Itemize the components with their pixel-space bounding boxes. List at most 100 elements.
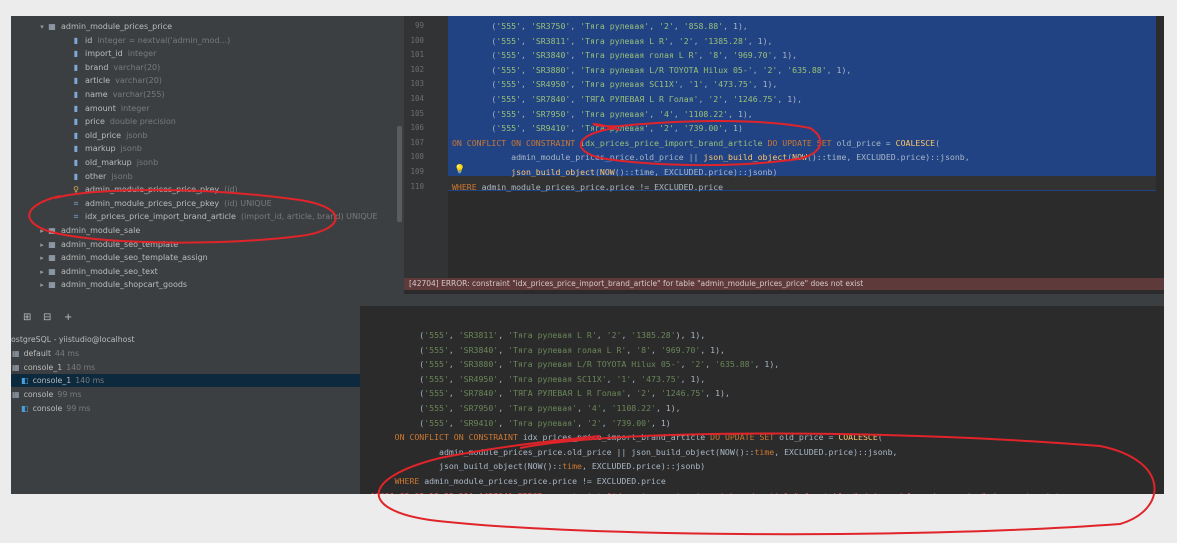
code-line[interactable]: 109 json_build_object(NOW()::time, EXCLU… <box>404 165 1156 179</box>
service-duration: 140 ms <box>66 362 96 372</box>
tree-item[interactable]: ⌗ admin_module_prices_price_pkey (id) UNIQ… <box>61 197 272 210</box>
output-token: COALESCE <box>838 432 878 443</box>
tree-table-item[interactable]: ▸ ▦ admin_module_seo_text <box>37 265 163 278</box>
output-token: , <box>651 344 661 355</box>
tree-item[interactable]: ▮ id integer = nextval('admin_mod...) <box>61 34 230 47</box>
tree-item[interactable]: ▮ price double precision <box>61 115 176 128</box>
code-line[interactable]: 99 ('555', 'SR3750', 'Тяга рулевая', '2'… <box>404 19 1156 33</box>
tree-item[interactable]: ▮ article varchar(20) <box>61 74 162 87</box>
tree-item-label: admin_module_prices_price_pkey <box>85 198 220 208</box>
service-label: console_1 <box>32 376 72 386</box>
code-line[interactable]: 102 ('555', 'SR3880', 'Тяга рулевая L/R … <box>404 63 1156 77</box>
tree-item[interactable]: ▮ old_markup jsonb <box>61 156 158 169</box>
expand-arrow-icon[interactable]: ▸ <box>37 266 47 279</box>
tree-item[interactable]: ▮ amount integer <box>61 102 150 115</box>
code-line[interactable]: 103 ('555', 'SR4950', 'Тяга рулевая SC11… <box>404 77 1156 91</box>
add-icon[interactable]: + <box>64 312 72 323</box>
code-line[interactable]: 108 admin_module_prices_price.old_price … <box>404 150 1156 164</box>
service-label: default <box>23 348 51 358</box>
tree-table-item[interactable]: ▸ ▦ admin_module_seo_template <box>37 238 183 251</box>
output-token: time <box>754 446 775 457</box>
code-token: WHERE <box>452 181 482 192</box>
tree-table-item[interactable]: ▸ ▦ admin_module_sale <box>37 224 145 237</box>
tree-table-item[interactable]: ▾ ▦ admin_module_prices_price <box>37 20 177 33</box>
lightbulb-icon[interactable]: 💡 <box>454 165 465 175</box>
line-number: 109 <box>410 167 424 176</box>
tree-item[interactable]: ▮ import_id integer <box>61 47 157 60</box>
tree-item-label: admin_module_shopcart_goods <box>61 280 188 290</box>
output-token: '1385.28' <box>631 330 676 340</box>
service-item[interactable]: ◧ console 99 ms <box>11 402 360 415</box>
code-line[interactable]: 101 ('555', 'SR3840', 'Тяга рулевая гола… <box>404 48 1156 62</box>
tree-item[interactable]: ▮ brand varchar(20) <box>61 61 160 74</box>
service-item[interactable]: ▦ default 44 ms <box>11 347 360 360</box>
tree-item[interactable]: ⌗ idx_prices_price_import_brand_article (i… <box>61 210 378 223</box>
code-line[interactable]: 110 WHERE admin_module_prices_price.price… <box>404 180 1156 194</box>
expand-arrow-icon[interactable]: ▾ <box>37 21 47 34</box>
service-item[interactable]: ostgreSQL - yiistudio@localhost <box>11 333 360 346</box>
code-token: '969.70' <box>733 50 773 61</box>
code-token: 'SR9410' <box>530 123 571 134</box>
tree-item[interactable]: ▮ old_price jsonb <box>61 129 148 142</box>
console-icon: ◧ <box>21 404 29 413</box>
code-token: 'SR3880' <box>530 64 571 75</box>
tree-item[interactable]: ▮ other jsonb <box>61 170 133 183</box>
tree-item-type: (id) UNIQUE <box>224 198 272 208</box>
tree-scrollbar[interactable] <box>397 126 402 222</box>
code-token: '2' <box>659 123 674 134</box>
code-text: ('555', 'SR3750', 'Тяга рулевая', '2', '… <box>452 19 747 33</box>
service-item[interactable]: ▦ console 99 ms <box>11 388 360 401</box>
code-text: ('555', 'SR7950', 'Тяга рулевая', '4', '… <box>452 107 753 121</box>
tree-item[interactable]: ▮ name varchar(255) <box>61 88 165 101</box>
tree-table-item[interactable]: ▸ ▦ admin_module_shopcart_goods <box>37 278 192 291</box>
services-toolbar: ⊞ ⊟ + <box>11 306 360 330</box>
sql-editor[interactable]: 99 ('555', 'SR3750', 'Тяга рулевая', '2'… <box>404 16 1164 278</box>
expand-arrow-icon[interactable]: ▸ <box>37 239 47 252</box>
output-token: DO UPDATE SET <box>710 432 780 443</box>
code-token: 'Тяга рулевая' <box>580 123 650 134</box>
table-icon: ▦ <box>48 22 56 31</box>
code-line[interactable]: 107 ON CONFLICT ON CONSTRAINT idx_prices_… <box>404 136 1156 150</box>
panel-splitter[interactable] <box>11 294 1164 306</box>
expand-arrow-icon[interactable]: ▸ <box>37 279 47 292</box>
tree-table-item[interactable]: ▸ ▦ admin_module_seo_template_assign <box>37 251 213 264</box>
code-line[interactable]: 100 ('555', 'SR3811', 'Тяга рулевая L R'… <box>404 34 1156 48</box>
output-token: , <box>705 359 716 370</box>
service-item[interactable]: ▦ console_1 140 ms <box>11 361 360 374</box>
editor-error-bar: [42704] ERROR: constraint "idx_prices_pr… <box>404 278 1164 290</box>
tree-item-label: admin_module_seo_template <box>61 239 179 249</box>
expand-arrow-icon[interactable]: ▸ <box>37 225 47 238</box>
code-line[interactable]: 106 ('555', 'SR9410', 'Тяга рулевая', '2… <box>404 121 1156 135</box>
code-token: , <box>521 21 531 31</box>
column-icon: ▮ <box>73 90 79 99</box>
code-token: , <box>570 94 581 104</box>
service-label: ostgreSQL - yiistudio@localhost <box>11 335 135 344</box>
database-tree[interactable]: ▾ ▦ admin_module_prices_price ▮ id integer = … <box>11 16 404 294</box>
expand-arrow-icon[interactable]: ▸ <box>37 252 47 265</box>
output-token: , <box>498 344 509 355</box>
column-icon: ▮ <box>73 35 79 45</box>
code-text: ('555', 'SR3811', 'Тяга рулевая L R', '2… <box>452 34 772 48</box>
output-line: ('555', 'SR3811', 'Тяга рулевая L R', '2… <box>370 328 705 342</box>
code-line[interactable]: 104 ('555', 'SR7840', 'ТЯГА РУЛЕВАЯ L R … <box>404 92 1156 106</box>
code-text: json_build_object(NOW()::time, EXCLUDED.… <box>452 165 777 179</box>
output-token: , 1), <box>754 359 780 370</box>
tree-item[interactable]: ♀ admin_module_prices_price_pkey (id) <box>61 183 238 196</box>
expand-all-icon[interactable]: ⊞ <box>23 312 31 323</box>
service-item[interactable]: ◧ console_1 140 ms <box>11 374 360 388</box>
code-token: , <box>649 21 660 31</box>
output-token: , EXCLUDED.price)::jsonb) <box>581 461 706 472</box>
tree-item[interactable]: ▮ markup jsonb <box>61 142 142 155</box>
table-icon: ▦ <box>48 253 56 263</box>
tree-item-label: id <box>85 35 93 45</box>
code-token: old_price = <box>836 137 896 148</box>
code-token: , 1), <box>728 108 753 119</box>
group-icon[interactable]: ⊟ <box>43 312 51 323</box>
output-token: , <box>498 373 509 384</box>
code-line[interactable]: 105 ('555', 'SR7950', 'Тяга рулевая', '4… <box>404 107 1156 121</box>
code-token: 'Тяга рулевая L/R TOYOTA Hilux 05-' <box>580 64 753 75</box>
console-output[interactable]: ('555', 'SR3811', 'Тяга рулевая L R', '2… <box>360 306 1164 494</box>
code-token: , <box>521 79 531 90</box>
code-token: ( <box>452 50 497 61</box>
output-line: ('555', 'SR4950', 'Тяга рулевая SC11X', … <box>370 372 705 386</box>
